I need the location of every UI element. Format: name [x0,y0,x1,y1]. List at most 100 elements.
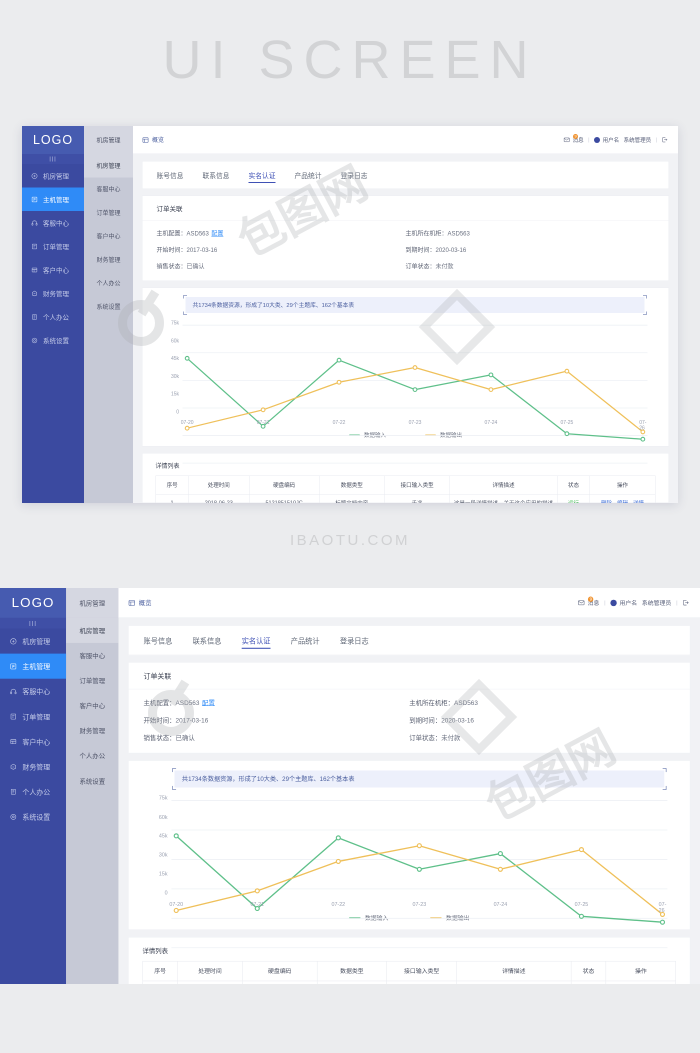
chart-card: 共1734条数据资源，形成了10大类、29个主题库、162个基本表 0 15k 30… [142,287,669,464]
table-column-header-7: 操作 [589,475,656,495]
tab-1[interactable]: 联系信息 [193,626,222,655]
tabs-card: 账号信息 联系信息 实名认证 产品统计 登录日志 [128,625,691,656]
sidebar-item-label: 客户中心 [43,266,70,275]
sidebar-item-label: 主机管理 [43,196,70,204]
office-icon [9,788,17,796]
chart-x-axis: 07-20 07-21 07-22 07-23 07-24 07-25 07-26 [169,899,667,914]
user-menu[interactable]: 用户名 [610,598,637,607]
secondary-sidebar-item-2[interactable]: 订单管理 [84,201,133,225]
secondary-sidebar-item-0[interactable]: 机房管理 [84,154,133,178]
sidebar-item-2[interactable]: 客服中心 [0,679,66,704]
settings-icon [9,813,17,821]
x-axis-tick-1: 07-21 [250,901,265,908]
secondary-sidebar-item-5[interactable]: 个人办公 [84,272,133,296]
info-field-link[interactable]: 配置 [211,230,223,237]
sidebar-item-6[interactable]: 个人办公 [0,779,66,804]
info-field-value: 2020-03-16 [441,716,474,725]
row-action-2[interactable]: 详情 [633,501,644,504]
secondary-sidebar-item-1[interactable]: 客服中心 [84,178,133,202]
chart-plot-area: 0 15k 30k 45k 60k 75k [159,794,668,949]
sidebar-item-label: 客户中心 [22,737,51,746]
logo-subtitle: ||| [22,154,84,164]
table-column-header-4: 接口输入类型 [386,960,457,982]
messages-button[interactable]: 消息 9 [564,133,584,144]
watermark-center: IBAOTU.COM [289,532,410,549]
avatar-icon [594,136,601,143]
table-column-header-0: 序号 [155,475,189,495]
tabs-card: 账号信息 联系信息 实名认证 产品统计 登录日志 [142,161,669,189]
secondary-sidebar-header: 机房管理 [84,126,133,154]
secondary-sidebar-item-3[interactable]: 客户中心 [66,693,118,718]
chart-banner-text: 共1734条数据资源，形成了10大类、29个主题库、162个基本表 [181,776,355,783]
secondary-sidebar-item-6[interactable]: 系统设置 [66,768,118,793]
main-column: 概览 消息 9 | 用户名 系统管理员 | 账号信息 联系信息 实名认证 产品统… [133,126,678,503]
secondary-sidebar-item-4[interactable]: 财务管理 [84,248,133,272]
tab-4[interactable]: 登录日志 [341,162,368,189]
tab-3[interactable]: 产品统计 [295,162,322,189]
secondary-sidebar-item-2[interactable]: 订单管理 [66,668,118,693]
logout-icon[interactable] [662,137,669,144]
table-cell-time: 2018-06-23 [188,494,250,503]
info-field-label: 订单状态： [409,734,442,742]
info-field-0: 主机配置：ASD563 配置 [157,229,406,238]
sidebar-item-4[interactable]: 客户中心 [22,258,84,282]
sidebar-item-1[interactable]: 主机管理 [0,653,67,679]
breadcrumb[interactable]: 概览 [128,598,152,607]
sidebar-item-0[interactable]: 机房管理 [0,629,66,654]
chart-banner: 共1734条数据资源，形成了10大类、29个主题库、162个基本表 [183,295,647,315]
secondary-sidebar-item-1[interactable]: 客服中心 [66,643,118,668]
table-body: 12018-06-235121851510JC标题文档内容千兆这是一段详情描述，… [142,980,676,984]
tab-0[interactable]: 账号信息 [144,626,173,655]
tab-2[interactable]: 实名认证 [241,626,271,655]
info-field-value: 未付款 [441,734,461,742]
sidebar-item-3[interactable]: 订单管理 [0,704,66,729]
table-cell-desc: 这是一段详情描述，关于这个应用的描述 [449,494,558,503]
table-column-header-0: 序号 [142,960,178,982]
secondary-sidebar-item-4[interactable]: 财务管理 [66,718,118,743]
order-info-fields: 主机配置：ASD563 配置 主机所在机柜：ASD563 开始时间：2017-03-1… [129,689,690,752]
tab-3[interactable]: 产品统计 [291,626,320,655]
user-menu[interactable]: 用户名 [594,136,619,144]
sidebar-item-label: 财务管理 [43,290,70,298]
corner-marker [662,785,667,790]
row-action-1[interactable]: 编辑 [617,501,628,504]
sidebar-item-0[interactable]: 机房管理 [22,164,84,188]
logout-icon[interactable] [682,599,689,606]
avatar-icon [610,599,617,606]
sidebar-item-7[interactable]: 系统设置 [22,329,84,353]
tab-0[interactable]: 账号信息 [157,162,184,189]
secondary-sidebar-item-0[interactable]: 机房管理 [66,617,119,643]
messages-button[interactable]: 消息 9 [578,596,599,607]
breadcrumb[interactable]: 概览 [142,136,164,145]
sidebar-item-5[interactable]: 财务管理 [22,282,84,306]
table-row: 12018-06-235121851510JC标题文档内容千兆这是一段详情描述，… [155,494,656,504]
sidebar-item-label: 系统设置 [22,813,51,822]
app-logo[interactable]: LOGO [22,126,84,154]
row-action-0[interactable]: 删除 [601,501,612,504]
sidebar-item-3[interactable]: 订单管理 [22,235,84,259]
line-chart [171,800,668,949]
sidebar-item-7[interactable]: 系统设置 [0,804,66,829]
info-field-5: 订单状态：未付款 [406,262,655,271]
secondary-sidebar-item-6[interactable]: 系统设置 [84,295,133,319]
tab-1[interactable]: 联系信息 [203,162,230,189]
overview-icon [128,599,135,606]
sidebar-item-5[interactable]: 财务管理 [0,754,66,779]
info-field-link[interactable]: 配置 [202,699,215,706]
details-table: 序号处理时间硬盘编码数据类型接口输入类型详情描述状态操作 12018-06-23… [155,475,656,504]
sidebar-item-label: 机房管理 [43,172,70,181]
x-axis-tick-4: 07-24 [493,901,508,908]
sidebar-item-6[interactable]: 个人办公 [22,305,84,329]
sidebar-item-1[interactable]: 主机管理 [22,187,84,211]
sidebar-item-2[interactable]: 客服中心 [22,211,84,235]
secondary-sidebar-item-3[interactable]: 客户中心 [84,225,133,249]
tab-2[interactable]: 实名认证 [248,162,276,189]
app-logo[interactable]: LOGO [0,588,67,618]
info-field-2: 开始时间：2017-03-16 [144,716,410,725]
y-axis-tick-4: 60k [158,814,168,821]
secondary-sidebar-item-5[interactable]: 个人办公 [66,743,118,768]
screenshot-page: UI SCREEN IBAOTU.COM LOGO ||| 机房管理 主机管理 客服… [0,0,700,1053]
sidebar-item-4[interactable]: 客户中心 [0,729,66,754]
tab-4[interactable]: 登录日志 [340,626,369,655]
main-column: 概览 消息 9 | 用户名 系统管理员 | 账号信息 联系信息 实名认证 产品统… [118,588,700,984]
